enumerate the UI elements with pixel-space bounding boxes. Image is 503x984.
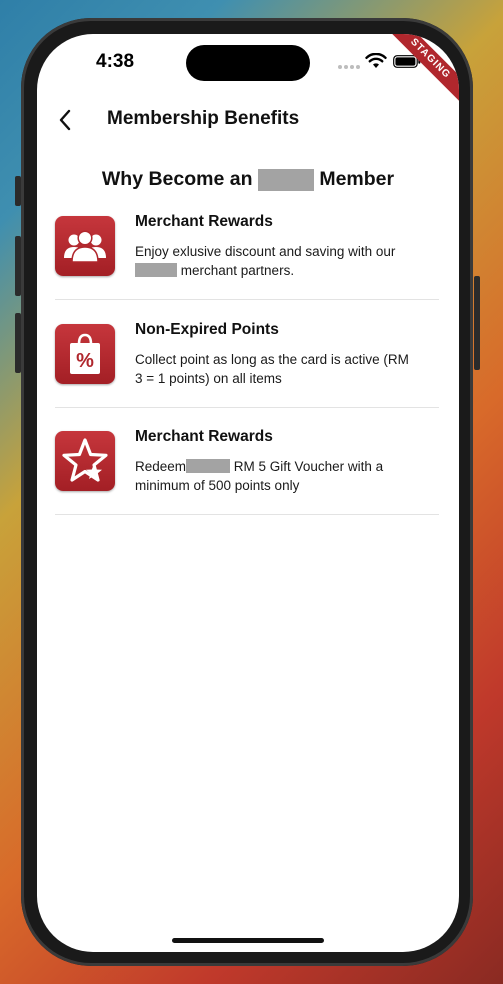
mute-switch: [15, 176, 21, 206]
shopping-bag-percent-icon: %: [55, 324, 115, 384]
status-time: 4:38: [96, 51, 135, 72]
benefit-title: Merchant Rewards: [135, 428, 273, 445]
volume-up-button: [15, 236, 21, 296]
svg-text:%: %: [76, 350, 94, 372]
page-title: Membership Benefits: [107, 108, 300, 129]
headline-prefix: Why Become an: [101, 168, 253, 190]
benefit-desc-line: Enjoy exlusive discount and saving with …: [135, 244, 396, 259]
app-screen: 4:38 STAGING Membership Benefits Why Bec…: [37, 34, 459, 952]
benefit-title: Non-Expired Points: [135, 321, 279, 338]
benefit-desc-line: Redeem RM 5 Gift Voucher with a: [135, 459, 384, 474]
headline-suffix: Member: [319, 168, 395, 190]
home-indicator[interactable]: [172, 938, 324, 943]
benefit-desc-line: 3 = 1 points) on all items: [135, 371, 282, 386]
benefit-desc-line: Collect point as long as the card is act…: [135, 352, 409, 367]
benefit-item: Merchant Rewards Enjoy exlusive discount…: [55, 213, 439, 300]
power-button: [474, 276, 480, 370]
redacted-brand-name: [186, 459, 231, 473]
benefit-description: Redeem RM 5 Gift Voucher with a minimum …: [135, 457, 445, 495]
benefit-description: Enjoy exlusive discount and saving with …: [135, 242, 445, 280]
nav-bar: Membership Benefits: [37, 100, 459, 140]
back-button[interactable]: [55, 106, 79, 134]
wifi-icon: [365, 53, 387, 68]
cellular-signal-icon: [338, 65, 360, 69]
benefit-desc-line: minimum of 500 points only: [135, 478, 300, 493]
staging-ribbon: STAGING: [384, 34, 459, 105]
benefit-title: Merchant Rewards: [135, 213, 273, 230]
section-headline: Why Become an Member: [37, 168, 459, 191]
benefit-desc-line: merchant partners.: [135, 261, 445, 280]
benefit-item: Merchant Rewards Redeem RM 5 Gift Vouche…: [55, 428, 439, 515]
benefit-item: % Non-Expired Points Collect point as lo…: [55, 321, 439, 408]
status-bar: 4:38 STAGING: [37, 34, 459, 105]
benefit-description: Collect point as long as the card is act…: [135, 350, 445, 388]
redacted-brand-name: [257, 168, 314, 191]
dynamic-island: [186, 45, 310, 81]
redacted-brand-name: [135, 263, 177, 277]
group-people-icon: [55, 216, 115, 276]
volume-down-button: [15, 313, 21, 373]
chevron-left-icon: [59, 109, 71, 131]
star-icon: [55, 431, 115, 491]
